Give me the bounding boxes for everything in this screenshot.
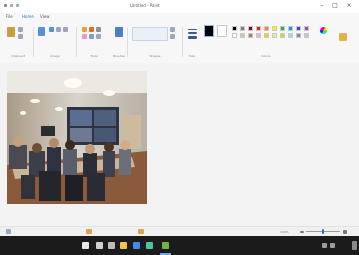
search-icon[interactable] <box>96 242 103 249</box>
crop-icon[interactable] <box>49 27 54 32</box>
color-swatch[interactable] <box>304 33 309 38</box>
color-swatch[interactable] <box>264 33 269 38</box>
maximize-icon[interactable]: □ <box>331 2 339 10</box>
tools-group: Tools <box>78 23 110 59</box>
image-size-icon <box>138 229 144 234</box>
colors-label: Colors <box>261 54 271 58</box>
color-swatch[interactable] <box>272 26 277 31</box>
notifications-icon[interactable] <box>352 241 357 250</box>
explorer-icon[interactable] <box>120 242 127 249</box>
paint-icon[interactable] <box>162 242 169 249</box>
color-swatch[interactable] <box>296 26 301 31</box>
network-icon[interactable] <box>322 243 327 248</box>
color-swatch[interactable] <box>304 26 309 31</box>
cut-icon[interactable] <box>18 27 23 32</box>
fill-icon[interactable] <box>89 27 94 32</box>
color-swatch[interactable] <box>272 33 277 38</box>
size-label: Size <box>188 54 196 58</box>
ribbon: File Home View Clipboard Image Tools Bru… <box>0 13 359 64</box>
selection-size-icon <box>86 229 92 234</box>
colors-group: Colors <box>202 23 330 59</box>
zoom-out-icon[interactable] <box>300 231 304 233</box>
color-swatch[interactable] <box>248 33 253 38</box>
task-view-icon[interactable] <box>108 242 115 249</box>
paint3d-icon[interactable] <box>339 33 347 41</box>
tools-label: Tools <box>90 54 98 58</box>
color-swatch[interactable] <box>264 26 269 31</box>
color-swatch[interactable] <box>248 26 253 31</box>
tab-home[interactable]: Home <box>22 14 34 19</box>
text-icon[interactable] <box>96 27 101 32</box>
color-swatch[interactable] <box>296 33 301 38</box>
color-swatch[interactable] <box>256 33 261 38</box>
taskbar <box>0 236 359 255</box>
save-icon[interactable] <box>4 4 7 7</box>
image-group: Image <box>35 23 75 59</box>
start-icon[interactable] <box>82 242 89 249</box>
color-swatch[interactable] <box>256 26 261 31</box>
clipboard-label: Clipboard <box>10 54 26 58</box>
color-swatch[interactable] <box>288 26 293 31</box>
edge-icon[interactable] <box>133 242 140 249</box>
shapes-label: Shapes <box>149 54 161 58</box>
zoom-level: 100% <box>280 230 289 234</box>
tab-file[interactable]: File <box>6 14 13 19</box>
resize-icon[interactable] <box>56 27 61 32</box>
volume-icon[interactable] <box>330 243 335 248</box>
cursor-position-icon <box>6 229 11 234</box>
shapes-group: Shapes <box>130 23 180 59</box>
color-swatch[interactable] <box>240 26 245 31</box>
office-meeting-photo <box>7 71 147 204</box>
tab-view[interactable]: View <box>40 14 50 19</box>
shapes-gallery[interactable] <box>132 27 168 41</box>
zoom-thumb[interactable] <box>322 229 324 234</box>
brushes-label: Brushes <box>112 54 126 58</box>
clipboard-group: Clipboard <box>4 23 32 59</box>
color-swatch[interactable] <box>280 33 285 38</box>
size-group: Size <box>185 23 199 59</box>
minimize-icon[interactable]: – <box>318 2 326 10</box>
color-swatch[interactable] <box>280 26 285 31</box>
zoom-in-icon[interactable] <box>343 230 347 234</box>
copy-icon[interactable] <box>18 34 23 39</box>
drawing-canvas[interactable] <box>7 71 147 204</box>
outline-icon[interactable] <box>170 27 175 32</box>
store-icon[interactable] <box>146 242 153 249</box>
canvas-area <box>0 63 359 226</box>
redo-icon[interactable] <box>16 4 19 7</box>
brushes-icon[interactable] <box>115 27 123 37</box>
magnifier-icon[interactable] <box>96 34 101 39</box>
pencil-icon[interactable] <box>82 27 87 32</box>
undo-icon[interactable] <box>10 4 13 7</box>
color-2-box[interactable] <box>217 25 227 37</box>
color-swatch[interactable] <box>288 33 293 38</box>
title-bar: Untitled - Paint – □ × <box>0 0 359 13</box>
color-swatch[interactable] <box>232 26 237 31</box>
color-1-box[interactable] <box>204 25 214 37</box>
image-label: Image <box>50 54 60 58</box>
edit-colors-icon[interactable] <box>320 27 327 34</box>
size-icon[interactable] <box>188 36 197 39</box>
rotate-icon[interactable] <box>63 27 68 32</box>
color-swatch[interactable] <box>240 33 245 38</box>
eraser-icon[interactable] <box>82 34 87 39</box>
paste-icon[interactable] <box>7 27 15 37</box>
brushes-group: Brushes <box>112 23 126 59</box>
color-swatch[interactable] <box>232 33 237 38</box>
select-icon[interactable] <box>38 27 45 36</box>
close-icon[interactable]: × <box>345 2 353 10</box>
color-picker-icon[interactable] <box>89 34 94 39</box>
window-title: Untitled - Paint <box>130 3 160 8</box>
fill-shape-icon[interactable] <box>170 34 175 39</box>
